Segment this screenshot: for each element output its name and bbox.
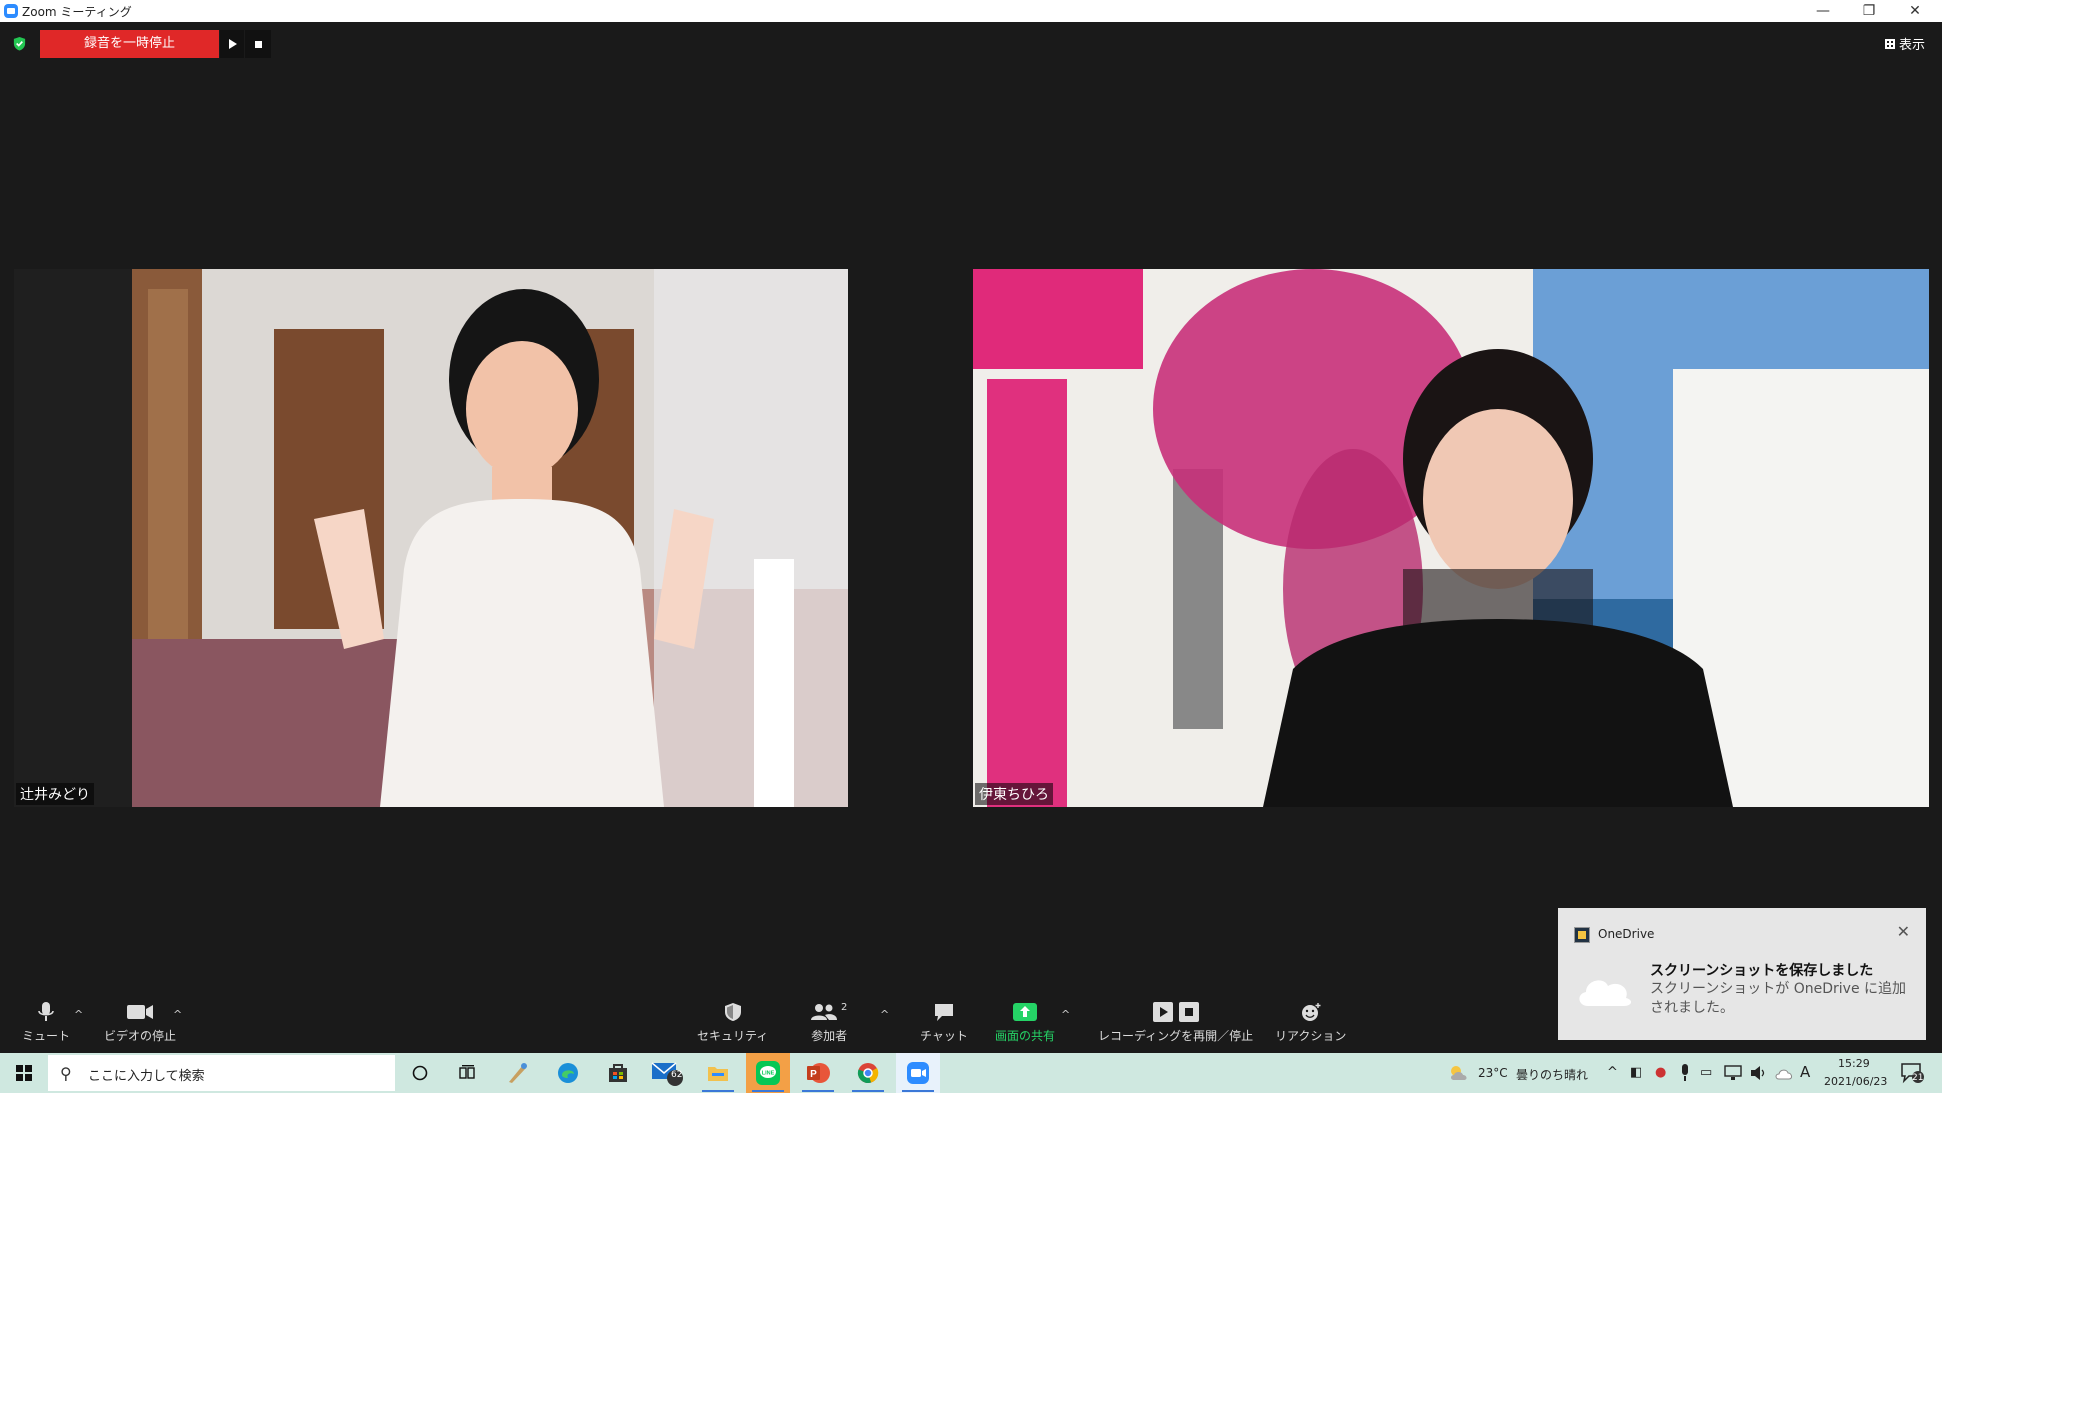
participants-count: 2: [841, 1001, 848, 1013]
reactions-button[interactable]: リアクション: [1275, 1000, 1346, 1044]
tray-microphone-icon[interactable]: [1680, 1064, 1690, 1082]
taskbar-search-box[interactable]: ⚲ ここに入力して検索: [48, 1055, 395, 1091]
participant-name-label: 辻井みどり: [16, 783, 94, 805]
weather-temperature[interactable]: 23°C: [1478, 1066, 1508, 1080]
paint-app-icon[interactable]: [496, 1053, 540, 1093]
participants-label: 参加者: [811, 1029, 848, 1043]
onedrive-tray-icon[interactable]: [1774, 1066, 1794, 1080]
grid-view-icon: [1885, 38, 1895, 49]
view-label: 表示: [1899, 38, 1926, 53]
chat-label: チャット: [920, 1029, 968, 1043]
recording-controls-button[interactable]: レコーディングを再開／停止: [1098, 1000, 1253, 1044]
participants-options-caret-icon[interactable]: ^: [880, 1008, 889, 1021]
zoom-app-icon[interactable]: [896, 1053, 940, 1093]
onedrive-app-icon: [1574, 927, 1590, 943]
mail-badge: 62: [671, 1070, 683, 1080]
search-placeholder: ここに入力して検索: [88, 1069, 205, 1084]
notification-count: 21: [1912, 1073, 1924, 1083]
file-explorer-icon[interactable]: [696, 1053, 740, 1093]
video-camera-icon: [127, 1005, 153, 1019]
video-tile-participant-2[interactable]: 伊東ちひろ: [973, 269, 1929, 807]
reaction-emoji-icon: [1301, 1003, 1321, 1021]
chat-button[interactable]: チャット: [920, 1000, 968, 1044]
svg-text:P: P: [810, 1069, 817, 1080]
show-hidden-icons-chevron-up-icon[interactable]: ^: [1607, 1065, 1618, 1080]
chat-bubble-icon: [934, 1004, 953, 1021]
window-title: Zoom ミーティング: [22, 5, 132, 19]
task-view-icon[interactable]: [446, 1053, 490, 1093]
audio-options-caret-icon[interactable]: ^: [74, 1008, 83, 1021]
resume-recording-button[interactable]: [220, 30, 244, 58]
share-screen-label: 画面の共有: [995, 1029, 1056, 1043]
video-options-caret-icon[interactable]: ^: [173, 1008, 182, 1021]
recording-controls-label: レコーディングを再開／停止: [1098, 1029, 1254, 1043]
microphone-icon: [38, 1002, 54, 1021]
share-options-caret-icon[interactable]: ^: [1061, 1008, 1070, 1021]
edge-browser-icon[interactable]: [546, 1053, 590, 1093]
participants-button[interactable]: 2 参加者: [811, 1000, 847, 1044]
line-app-icon[interactable]: LINE: [746, 1053, 790, 1093]
security-label: セキュリティ: [697, 1029, 769, 1043]
stop-video-label: ビデオの停止: [104, 1029, 177, 1043]
ime-indicator[interactable]: A: [1800, 1063, 1810, 1081]
powerpoint-icon[interactable]: P: [796, 1053, 840, 1093]
microsoft-store-icon[interactable]: [596, 1053, 640, 1093]
stop-recording-button[interactable]: [245, 30, 271, 58]
cortana-icon[interactable]: [398, 1053, 442, 1093]
tray-security-icon[interactable]: ●: [1655, 1065, 1666, 1080]
participant-video-feed: [14, 269, 848, 807]
onedrive-notification[interactable]: OneDrive ✕ スクリーンショットを保存しました スクリーンショットが O…: [1558, 908, 1926, 1040]
zoom-logo-icon: [4, 4, 18, 18]
mail-app-icon[interactable]: 62: [646, 1053, 690, 1093]
zoom-window: Zoom ミーティング — ❐ ✕ 録音を一時停止 表示 辻井みどり 伊東ちひろ…: [0, 0, 1942, 1093]
pause-recording-button[interactable]: 録音を一時停止: [40, 30, 219, 58]
clock-time[interactable]: 15:29: [1838, 1057, 1870, 1070]
battery-icon[interactable]: ▭: [1700, 1065, 1712, 1080]
resume-recording-icon: [1152, 1002, 1173, 1022]
clock-date[interactable]: 2021/06/23: [1824, 1075, 1887, 1088]
view-button[interactable]: 表示: [1885, 34, 1925, 53]
notification-app-name: OneDrive: [1598, 927, 1655, 941]
volume-icon[interactable]: [1750, 1065, 1768, 1081]
security-button[interactable]: セキュリティ: [697, 1000, 768, 1044]
weather-description[interactable]: 曇りのち晴れ: [1516, 1066, 1588, 1083]
cloud-icon: [1579, 980, 1632, 1006]
notification-close-icon[interactable]: ✕: [1897, 922, 1910, 941]
windows-start-icon[interactable]: [16, 1065, 32, 1081]
network-icon[interactable]: [1724, 1065, 1742, 1081]
reactions-label: リアクション: [1275, 1029, 1347, 1043]
weather-partly-cloudy-icon[interactable]: [1448, 1063, 1470, 1083]
share-screen-icon: [1013, 1003, 1037, 1021]
share-screen-button[interactable]: 画面の共有: [995, 1000, 1055, 1044]
stop-recording-icon: [1178, 1002, 1199, 1022]
notification-title: スクリーンショットを保存しました: [1650, 963, 1874, 979]
close-button[interactable]: ✕: [1892, 0, 1938, 22]
participant-name-label: 伊東ちひろ: [975, 783, 1053, 805]
encryption-shield-icon[interactable]: [12, 36, 27, 51]
participant-video-feed: [973, 269, 1929, 807]
minimize-button[interactable]: —: [1800, 0, 1846, 22]
participants-icon: [811, 1004, 837, 1020]
tray-app-icon[interactable]: ◧: [1630, 1065, 1642, 1080]
windows-taskbar: ⚲ ここに入力して検索 62 LINE P 23°C 曇りのち晴れ ^ ◧ ● …: [0, 1053, 1942, 1093]
mute-label: ミュート: [22, 1029, 71, 1043]
security-shield-icon: [724, 1003, 741, 1021]
chrome-browser-icon[interactable]: [846, 1053, 890, 1093]
svg-text:LINE: LINE: [762, 1071, 775, 1077]
mute-button[interactable]: ミュート: [22, 1000, 70, 1044]
video-tile-participant-1[interactable]: 辻井みどり: [14, 269, 848, 807]
restore-button[interactable]: ❐: [1846, 0, 1892, 22]
title-bar: Zoom ミーティング — ❐ ✕: [0, 0, 1942, 22]
notification-body: スクリーンショットが OneDrive に追加されました。: [1650, 981, 1907, 1016]
stop-video-button[interactable]: ビデオの停止: [104, 1000, 176, 1044]
search-icon: ⚲: [60, 1064, 72, 1083]
